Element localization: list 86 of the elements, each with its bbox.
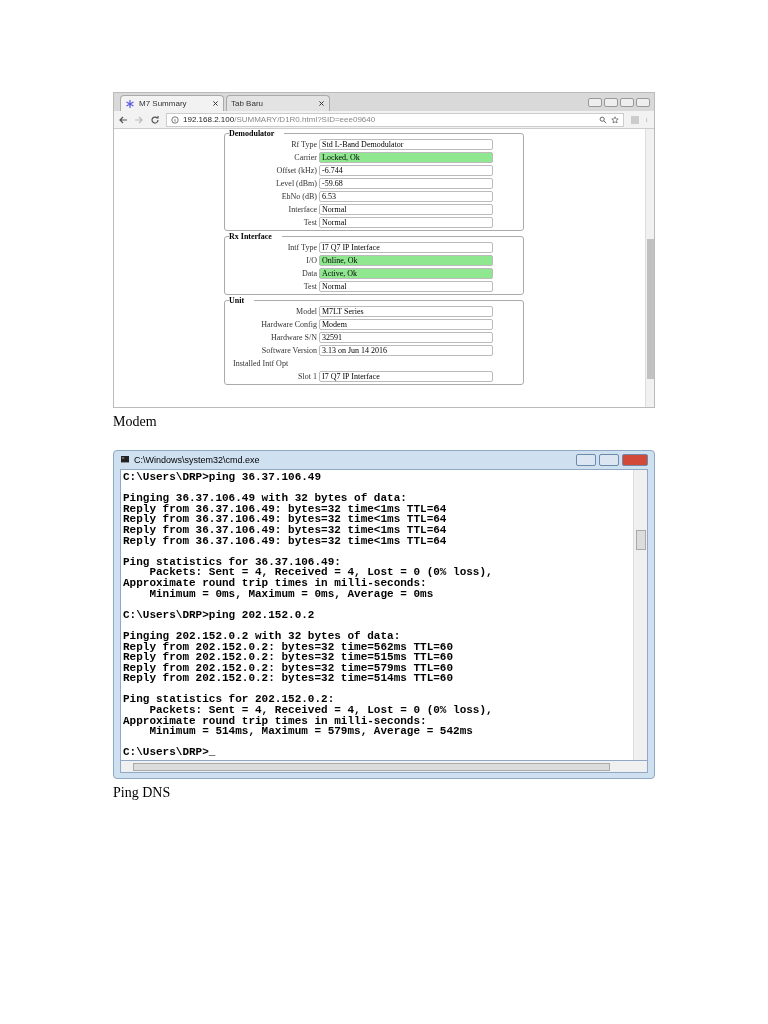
- scrollbar[interactable]: [633, 470, 647, 760]
- field-label: I/O: [305, 255, 317, 265]
- scrollbar[interactable]: [645, 129, 654, 407]
- field-value: M7LT Series: [319, 305, 493, 317]
- snowflake-icon: [125, 98, 135, 109]
- section-title: Unit: [229, 296, 246, 305]
- console-line: Approximate round trip times in milli-seconds:: [123, 577, 428, 589]
- console-line: Reply from 202.152.0.2: bytes=32 time=515ms TTL=60: [123, 652, 455, 663]
- field-label: Installed Intf Opt: [232, 358, 289, 368]
- console-line: Reply from 202.152.0.2: bytes=32 time=562ms TTL=60: [123, 641, 455, 653]
- field-value: -59.68: [319, 177, 493, 189]
- info-icon: [171, 115, 179, 124]
- console-line: Approximate round trip times in milli-seconds:: [123, 715, 428, 727]
- minimize-button[interactable]: [576, 454, 596, 466]
- field-label: Test: [302, 281, 317, 291]
- field-value: 6.53: [319, 190, 493, 202]
- address-field[interactable]: 192.168.2.100/SUMMARY/D1R0.html?SID=eee09640: [166, 112, 624, 127]
- field-value: -6.744: [319, 164, 493, 176]
- field-value: Online, Ok: [319, 254, 493, 266]
- field-value: I7 Q7 IP Interface: [319, 370, 493, 382]
- close-icon[interactable]: [318, 100, 325, 107]
- field-value: Modem: [319, 318, 493, 330]
- field-label: Model: [295, 306, 317, 316]
- field-value: Active, Ok: [319, 267, 493, 279]
- console-line: Reply from 202.152.0.2: bytes=32 time=579ms TTL=60: [123, 662, 455, 674]
- forward-icon[interactable]: [134, 114, 144, 125]
- console-icon: [120, 456, 130, 464]
- console-line: C:\Users\DRP>ping 202.152.0.2: [123, 609, 316, 621]
- browser-tab[interactable]: Tab Baru: [226, 95, 330, 111]
- console-line: Ping statistics for 36.37.106.49:: [123, 556, 342, 568]
- close-button[interactable]: [636, 98, 650, 107]
- minimize-button[interactable]: [604, 98, 618, 107]
- field-label: EbNo (dB): [280, 191, 317, 201]
- field-label: Hardware S/N: [270, 332, 317, 342]
- close-icon[interactable]: [212, 100, 219, 107]
- field-value: 3.13 on Jun 14 2016: [319, 344, 493, 356]
- field-label: Rf Type: [290, 139, 317, 149]
- back-icon[interactable]: [118, 114, 128, 125]
- field-label: Slot 1: [297, 371, 317, 381]
- field-label: Interface: [287, 204, 317, 214]
- section-title: Rx Interface: [229, 232, 273, 241]
- field-label: Level (dBm): [274, 178, 317, 188]
- zoom-icon[interactable]: [599, 115, 607, 124]
- field-label: Data: [300, 268, 317, 278]
- console-line: Minimum = 0ms, Maximum = 0ms, Average = 0ms: [149, 588, 435, 600]
- star-icon[interactable]: [611, 115, 619, 124]
- restore-button[interactable]: [620, 98, 634, 107]
- console-line: Pinging 36.37.106.49 with 32 bytes of data:: [123, 493, 408, 504]
- console-line: Minimum = 514ms, Maximum = 579ms, Average = 542ms: [149, 726, 474, 737]
- maximize-button[interactable]: [599, 454, 619, 466]
- url-host: 192.168.2.100: [183, 115, 235, 124]
- field-value: Normal: [319, 280, 493, 292]
- console-line: C:\Users\DRP>_: [123, 747, 217, 759]
- close-button[interactable]: [622, 454, 648, 466]
- field-label: Hardware Config: [260, 319, 317, 329]
- section-title: Demodulator: [229, 129, 276, 138]
- console-line: Reply from 36.37.106.49: bytes=32 time<1ms TTL=64: [123, 535, 448, 547]
- console-line: Pinging 202.152.0.2 with 32 bytes of data:: [123, 630, 402, 642]
- console-line: Reply from 36.37.106.49: bytes=32 time<1ms TTL=64: [123, 514, 448, 525]
- console-line: C:\Users\DRP>ping 36.37.106.49: [123, 472, 323, 483]
- field-label: Intf Type: [286, 242, 317, 252]
- field-value: Std L-Band Demodulator: [319, 138, 493, 150]
- field-label: Offset (kHz): [275, 165, 317, 175]
- field-label: Carrier: [293, 152, 317, 162]
- field-value: Normal: [319, 203, 493, 215]
- field-label: Test: [302, 217, 317, 227]
- console-line: Packets: Sent = 4, Received = 4, Lost = 0 (0% loss),: [149, 567, 494, 578]
- window-title: C:\Windows\system32\cmd.exe: [134, 455, 260, 465]
- console-line: Reply from 202.152.0.2: bytes=32 time=514ms TTL=60: [123, 673, 455, 684]
- url-path: /SUMMARY/D1R0.html?SID=eee09640: [234, 115, 376, 124]
- console-line: Packets: Sent = 4, Received = 4, Lost = 0 (0% loss),: [149, 705, 494, 716]
- field-value: Locked, Ok: [319, 151, 493, 163]
- user-button[interactable]: [588, 98, 602, 107]
- reload-icon[interactable]: [150, 114, 160, 125]
- console-line: Ping statistics for 202.152.0.2:: [123, 694, 336, 706]
- field-value: Normal: [319, 216, 493, 228]
- field-value: 32591: [319, 331, 493, 343]
- console-line: Reply from 36.37.106.49: bytes=32 time<1ms TTL=64: [123, 503, 448, 515]
- caption: Modem: [113, 414, 158, 431]
- caption: Ping DNS: [113, 785, 172, 802]
- horizontal-scrollbar[interactable]: [120, 761, 648, 773]
- extension-icon[interactable]: [630, 114, 640, 125]
- browser-tab[interactable]: M7 Summary: [120, 95, 224, 111]
- console-line: Reply from 36.37.106.49: bytes=32 time<1ms TTL=64: [123, 524, 448, 536]
- field-value: I7 Q7 IP Interface: [319, 241, 493, 253]
- field-label: Software Version: [260, 345, 317, 355]
